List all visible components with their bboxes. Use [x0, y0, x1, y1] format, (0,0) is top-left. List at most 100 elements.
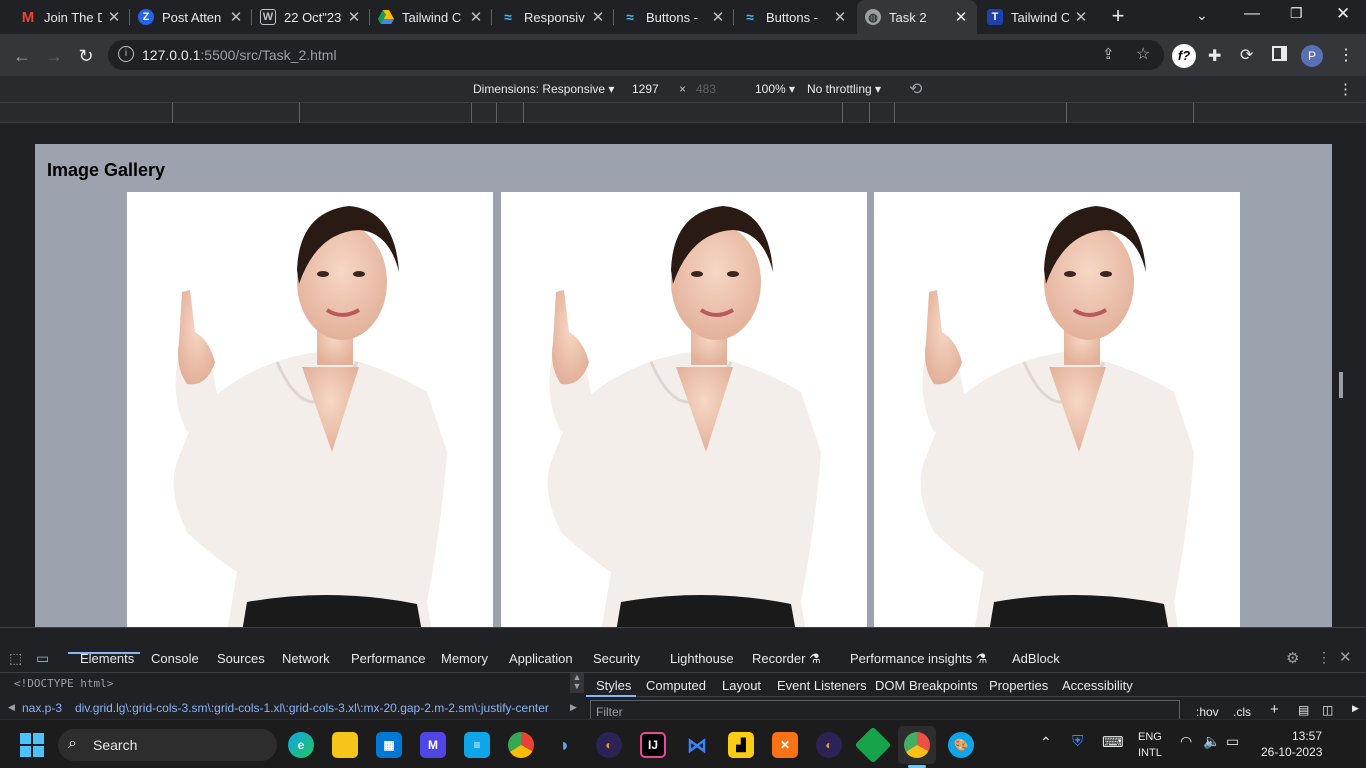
clock-date[interactable]: 26-10-2023: [1261, 745, 1322, 759]
volume-icon[interactable]: 🔈: [1203, 733, 1220, 750]
wifi-icon[interactable]: ◠: [1180, 733, 1192, 750]
inspect-element-icon[interactable]: ⬚: [9, 650, 22, 667]
share-icon[interactable]: ⇪: [1102, 45, 1115, 63]
tab-dom-breakpoints[interactable]: DOM Breakpoints: [875, 678, 978, 693]
reload-icon[interactable]: ↻: [72, 42, 100, 70]
taskbar-search-box[interactable]: ⌕ Search: [58, 729, 277, 761]
hov-toggle[interactable]: :hov: [1196, 705, 1219, 719]
microsoft-store-icon[interactable]: ▦: [376, 732, 402, 758]
file-explorer-icon[interactable]: [332, 732, 358, 758]
device-menu-icon[interactable]: ⋮: [1338, 80, 1353, 98]
tab-post-atten[interactable]: Z Post Atten ✕: [130, 0, 252, 34]
zoom-select[interactable]: 100% ▾: [755, 82, 795, 96]
tab-security[interactable]: Security: [593, 651, 640, 666]
computed-styles-icon[interactable]: ▤: [1298, 703, 1309, 717]
tab-recorder[interactable]: Recorder ⚗: [752, 651, 821, 667]
intellij-icon[interactable]: IJ: [640, 732, 666, 758]
xampp-icon[interactable]: ✕: [772, 732, 798, 758]
tab-sources[interactable]: Sources: [217, 651, 265, 666]
new-style-rule-icon[interactable]: +: [1270, 701, 1279, 718]
cls-toggle[interactable]: .cls: [1233, 705, 1251, 719]
close-icon[interactable]: ✕: [710, 8, 726, 26]
markdown-app-icon[interactable]: M: [420, 732, 446, 758]
close-icon[interactable]: ✕: [590, 8, 606, 26]
height-input[interactable]: 483: [696, 82, 716, 96]
close-icon[interactable]: ✕: [228, 8, 244, 26]
device-toggle-icon[interactable]: ▭: [36, 650, 49, 667]
tab-styles[interactable]: Styles: [596, 678, 631, 693]
media-query-bar[interactable]: [0, 103, 1366, 123]
breadcrumb-right-icon[interactable]: ▶: [570, 702, 577, 713]
new-tab-button[interactable]: +: [1106, 5, 1130, 29]
clock-time[interactable]: 13:57: [1292, 729, 1322, 743]
close-icon[interactable]: ✕: [346, 8, 362, 26]
tab-accessibility[interactable]: Accessibility: [1062, 678, 1133, 693]
bookmark-star-icon[interactable]: ☆: [1136, 44, 1150, 64]
tab-lighthouse[interactable]: Lighthouse: [670, 651, 734, 666]
eclipse-icon[interactable]: ◐: [596, 732, 622, 758]
resize-handle-right[interactable]: [1339, 372, 1343, 398]
tab-computed[interactable]: Computed: [646, 678, 706, 693]
extensions-icon[interactable]: ✚: [1208, 46, 1221, 66]
tab-application[interactable]: Application: [509, 651, 573, 666]
rotate-icon[interactable]: ⟲: [909, 79, 922, 99]
breadcrumb-prev[interactable]: nax.p-3: [22, 701, 62, 715]
notepad-icon[interactable]: ≡: [464, 732, 490, 758]
info-icon[interactable]: i: [118, 46, 134, 62]
close-icon[interactable]: ✕: [1073, 8, 1089, 26]
tab-buttons-2[interactable]: ≈ Buttons - ✕: [734, 0, 856, 34]
profile-avatar[interactable]: P: [1301, 45, 1323, 67]
tab-responsive[interactable]: ≈ Responsiv ✕: [492, 0, 614, 34]
styles-filter-input[interactable]: Filter: [590, 700, 1180, 720]
tab-event-listeners[interactable]: Event Listeners: [777, 678, 867, 693]
tab-buttons-1[interactable]: ≈ Buttons - ✕: [614, 0, 734, 34]
sync-icon[interactable]: ⟳: [1240, 45, 1253, 65]
close-icon[interactable]: ✕: [468, 8, 484, 26]
sticky-notes-icon[interactable]: ▟: [728, 732, 754, 758]
devtools-menu-icon[interactable]: ⋮: [1317, 649, 1331, 666]
mysql-dolphin-icon[interactable]: ◗: [552, 732, 578, 758]
doctype-line[interactable]: <!DOCTYPE html>: [14, 677, 113, 690]
tab-task-2[interactable]: ◍ Task 2 ✕: [857, 0, 977, 34]
tab-search-icon[interactable]: ⌄: [1196, 7, 1208, 24]
sidebar-toggle-icon[interactable]: ◫: [1322, 703, 1333, 717]
forward-icon[interactable]: →: [40, 42, 68, 70]
keyboard-icon[interactable]: ⌨: [1102, 733, 1124, 751]
tab-performance-insights[interactable]: Performance insights ⚗: [850, 651, 987, 667]
tab-memory[interactable]: Memory: [441, 651, 488, 666]
devtools-close-icon[interactable]: ✕: [1339, 648, 1352, 666]
minimize-button[interactable]: —: [1244, 5, 1260, 23]
formula-extension-icon[interactable]: f?: [1172, 44, 1196, 68]
windows-start-icon[interactable]: [20, 733, 44, 757]
address-bar[interactable]: i 127.0.0.1:5500/src/Task_2.html ⇪ ☆: [108, 40, 1164, 70]
close-icon[interactable]: ✕: [953, 8, 969, 26]
scroll-arrows[interactable]: ▲ ▼: [570, 673, 584, 693]
battery-icon[interactable]: ▭: [1226, 733, 1239, 750]
breadcrumb-left-icon[interactable]: ◀: [8, 702, 15, 713]
menu-icon[interactable]: ⋮: [1338, 45, 1354, 65]
tray-chevron-icon[interactable]: ⌃: [1040, 734, 1052, 751]
chrome-icon[interactable]: [508, 732, 534, 758]
tab-properties[interactable]: Properties: [989, 678, 1048, 693]
tab-tailwind-t[interactable]: T Tailwind C ✕: [979, 0, 1097, 34]
input-method-indicator[interactable]: INTL: [1138, 747, 1162, 759]
tab-adblock[interactable]: AdBlock: [1012, 651, 1060, 666]
dimensions-select[interactable]: Dimensions: Responsive ▾: [473, 82, 614, 96]
language-indicator[interactable]: ENG: [1138, 731, 1162, 743]
tab-layout[interactable]: Layout: [722, 678, 761, 693]
close-window-button[interactable]: ✕: [1336, 4, 1350, 24]
git-icon[interactable]: [854, 726, 892, 764]
tab-performance[interactable]: Performance: [351, 651, 425, 666]
tab-console[interactable]: Console: [151, 651, 199, 666]
scroll-right-icon[interactable]: ▶: [1352, 703, 1359, 714]
vscode-icon[interactable]: ⋈: [684, 732, 710, 758]
side-panel-icon[interactable]: [1272, 46, 1287, 61]
throttling-select[interactable]: No throttling ▾: [807, 82, 881, 96]
tab-tailwind-drive[interactable]: Tailwind C ✕: [370, 0, 492, 34]
restore-button[interactable]: ❐: [1290, 5, 1303, 22]
settings-gear-icon[interactable]: ⚙: [1286, 649, 1299, 667]
tab-22-oct[interactable]: W 22 Oct"23 ✕: [252, 0, 370, 34]
tab-gmail[interactable]: M Join The D ✕: [12, 0, 130, 34]
back-icon[interactable]: ←: [8, 42, 36, 70]
edge-icon[interactable]: e: [288, 732, 314, 758]
